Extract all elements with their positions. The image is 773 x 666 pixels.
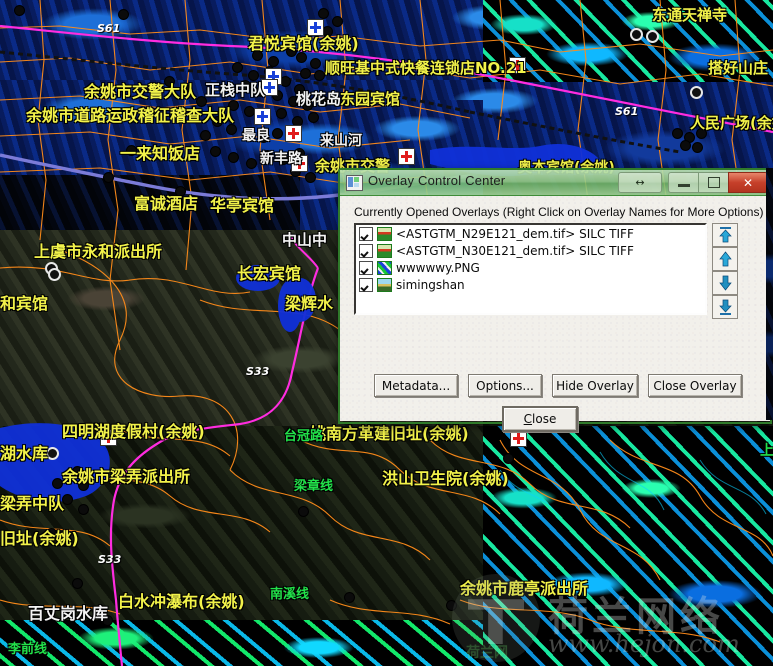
overlay-control-center-dialog[interactable]: Overlay Control Center ↔ ✕ Currently Ope…	[338, 168, 772, 432]
map-label: 顺旺基中式快餐连锁店NO.21	[325, 59, 527, 77]
vector-layer-icon	[377, 277, 392, 292]
move-up-button[interactable]	[712, 247, 738, 271]
map-label: 余姚市道路运政稽征稽查大队	[26, 106, 235, 125]
map-label: 最良	[242, 128, 270, 144]
map-label: 来山河	[320, 133, 362, 149]
move-to-bottom-button[interactable]	[712, 295, 738, 319]
close-window-button[interactable]: ✕	[728, 172, 768, 193]
map-label: S33	[246, 365, 270, 378]
map-label: 君悦宾馆(余姚)	[248, 34, 359, 53]
overlay-list-item[interactable]: <ASTGTM_N29E121_dem.tif> SILC TIFF	[356, 225, 705, 242]
options-button[interactable]: Options...	[468, 374, 542, 397]
overlay-list-item[interactable]: simingshan	[356, 276, 705, 293]
map-label: 富诚酒店	[134, 194, 199, 213]
map-label: 华亭宾馆	[210, 196, 275, 215]
map-label: 桃花岛	[296, 90, 342, 108]
overlay-visible-checkbox[interactable]	[359, 260, 373, 275]
overlay-visible-checkbox[interactable]	[359, 277, 373, 292]
map-label: 上虞市永和派出所	[34, 242, 163, 261]
map-label: 一来知饭店	[120, 144, 201, 163]
gis-application-window: 东通天禅寺君悦宾馆(余姚) 顺旺基中式快餐连锁店NO.21 搭好山庄余姚市交警大队正…	[0, 0, 773, 666]
map-label: 百丈岗水库	[28, 604, 109, 623]
map-label: 余姚市梁弄派出所	[62, 467, 191, 486]
map-label: 南溪线	[270, 587, 310, 602]
map-label: 李前线	[8, 642, 48, 657]
maximize-button[interactable]	[698, 172, 729, 193]
move-down-button[interactable]	[712, 271, 738, 295]
map-label: 人民广场(余姚)	[690, 114, 773, 132]
map-label: 湖水库	[0, 444, 49, 463]
hospital-marker[interactable]	[285, 125, 302, 142]
map-label: 东园宾馆	[340, 90, 401, 108]
arrow-down-icon	[718, 275, 732, 291]
poi-marker[interactable]	[254, 108, 271, 125]
overlay-name: <ASTGTM_N30E121_dem.tif> SILC TIFF	[396, 243, 634, 258]
map-edge-strip	[766, 168, 773, 420]
double-arrow-icon: ↔	[635, 176, 645, 189]
dialog-title: Overlay Control Center	[368, 173, 506, 188]
maximize-icon	[708, 177, 720, 188]
hide-overlay-button[interactable]: Hide Overlay	[552, 374, 638, 397]
map-label: 新丰路	[260, 151, 302, 167]
map-label: 梁辉水	[285, 294, 334, 313]
minimize-icon	[678, 184, 690, 187]
overlay-visible-checkbox[interactable]	[359, 226, 373, 241]
map-label: 梁章线	[294, 479, 334, 494]
minimize-button[interactable]	[668, 172, 699, 193]
close-accel-letter: C	[523, 412, 533, 426]
hospital-marker[interactable]	[398, 148, 415, 165]
map-label: 和宾馆	[0, 294, 49, 313]
dialog-body: Currently Opened Overlays (Right Click o…	[340, 196, 770, 432]
dem-relief-tile-right	[483, 426, 773, 666]
arrow-up-top-icon	[718, 227, 732, 243]
dem-relief-tile-bottom	[0, 620, 483, 666]
arrow-up-icon	[718, 251, 732, 267]
map-label: 东通天禅寺	[652, 6, 728, 24]
overlay-name: wwwwwy.PNG	[396, 260, 480, 275]
close-label-rest: lose	[532, 412, 557, 426]
overlay-window-icon	[346, 175, 363, 191]
map-label: 正栈中队	[205, 81, 266, 99]
map-label: 白水冲瀑布(余姚)	[118, 592, 245, 611]
map-label: 余姚市交警大队	[84, 82, 197, 101]
map-label: 台冠路	[284, 429, 324, 444]
overlay-list-item[interactable]: <ASTGTM_N30E121_dem.tif> SILC TIFF	[356, 242, 705, 259]
png-image-icon	[377, 260, 392, 275]
overlay-list-caption: Currently Opened Overlays (Right Click o…	[354, 205, 764, 219]
overlay-list-item[interactable]: wwwwwy.PNG	[356, 259, 705, 276]
map-label: 余姚市鹿亭派出所	[460, 579, 589, 598]
map-label: 旧址(余姚)	[0, 529, 79, 548]
dem-raster-icon	[377, 243, 392, 258]
hospital-marker[interactable]	[510, 430, 527, 447]
map-label: S61	[615, 105, 639, 118]
map-label: 梁弄中队	[0, 494, 65, 513]
dem-raster-icon	[377, 226, 392, 241]
close-dialog-button[interactable]: Close	[502, 406, 578, 432]
map-label: 中山中	[282, 231, 328, 249]
close-overlay-button[interactable]: Close Overlay	[648, 374, 742, 397]
overlay-list[interactable]: <ASTGTM_N29E121_dem.tif> SILC TIFF <ASTGT…	[354, 223, 707, 315]
dialog-titlebar[interactable]: Overlay Control Center ↔ ✕	[340, 170, 770, 196]
overlay-name: <ASTGTM_N29E121_dem.tif> SILC TIFF	[396, 226, 634, 241]
map-label: 上	[760, 443, 773, 459]
overlay-visible-checkbox[interactable]	[359, 243, 373, 258]
move-to-top-button[interactable]	[712, 223, 738, 247]
map-label: 四明湖度假村(余姚)	[62, 422, 205, 441]
map-label: S33	[98, 553, 122, 566]
restore-size-button[interactable]: ↔	[618, 172, 662, 193]
map-label: 长宏宾馆	[237, 264, 302, 283]
close-icon: ✕	[742, 175, 754, 190]
arrow-down-bottom-icon	[718, 299, 732, 315]
map-label: 搭好山庄	[708, 59, 769, 77]
overlay-name: simingshan	[396, 277, 465, 292]
metadata-button[interactable]: Metadata...	[374, 374, 458, 397]
map-label: S61	[97, 22, 121, 35]
map-label: 洪山卫生院(余姚)	[382, 469, 509, 488]
